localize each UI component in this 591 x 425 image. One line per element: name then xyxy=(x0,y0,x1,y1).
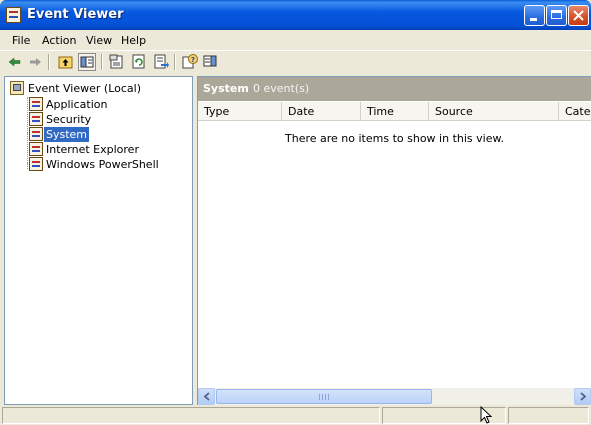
show-hide-action-pane-icon xyxy=(203,55,217,67)
show-hide-tree-icon xyxy=(80,56,94,68)
event-log-icon xyxy=(29,157,43,171)
back-arrow-icon xyxy=(8,57,21,67)
tree-item-label: Application xyxy=(46,98,108,111)
status-panel xyxy=(508,407,589,424)
tree-item-label: Internet Explorer xyxy=(46,143,139,156)
status-bar xyxy=(0,405,591,425)
menu-view[interactable]: View xyxy=(86,34,112,47)
forward-arrow-icon xyxy=(30,58,41,66)
horizontal-scrollbar[interactable] xyxy=(198,388,591,405)
forward-button[interactable] xyxy=(26,53,44,71)
column-header-source[interactable]: Source xyxy=(429,102,559,120)
close-button[interactable] xyxy=(568,5,589,26)
event-log-icon xyxy=(29,142,43,156)
console-tree-pane[interactable]: Event Viewer (Local) Application Securit… xyxy=(4,76,193,405)
event-log-icon xyxy=(29,97,43,111)
tree-item-label: System xyxy=(44,127,90,142)
computer-management-icon xyxy=(10,81,24,95)
back-button[interactable] xyxy=(6,53,24,71)
menu-help[interactable]: Help xyxy=(121,34,146,47)
column-header-category[interactable]: Categ xyxy=(559,102,591,120)
refresh-button[interactable] xyxy=(130,53,148,71)
event-count: 0 event(s) xyxy=(253,82,310,95)
scroll-left-button[interactable] xyxy=(198,388,215,405)
column-header-type[interactable]: Type xyxy=(198,102,282,120)
event-log-icon xyxy=(29,112,43,126)
up-one-level-button[interactable] xyxy=(57,53,75,71)
help-button[interactable]: ? xyxy=(181,53,199,71)
list-title: System xyxy=(203,82,249,95)
menu-action[interactable]: Action xyxy=(42,34,76,47)
export-list-button[interactable] xyxy=(152,53,170,71)
export-list-icon xyxy=(154,54,169,69)
tree-item-label: Security xyxy=(46,113,92,126)
column-headers: Type Date Time Source Categ xyxy=(198,102,591,121)
tree-item-label: Event Viewer (Local) xyxy=(28,82,141,95)
menu-bar: File Action View Help xyxy=(0,30,591,50)
up-one-level-icon xyxy=(58,56,73,69)
help-icon: ? xyxy=(182,54,198,69)
refresh-icon xyxy=(132,54,145,69)
arrow-right-icon xyxy=(580,392,587,401)
toolbar-separator xyxy=(48,54,50,70)
menu-file[interactable]: File xyxy=(12,34,30,47)
event-viewer-app-icon[interactable] xyxy=(6,7,21,23)
status-panel xyxy=(2,407,380,424)
column-header-time[interactable]: Time xyxy=(361,102,429,120)
scrollbar-grip xyxy=(319,394,329,400)
title-bar[interactable]: Event Viewer xyxy=(0,0,591,30)
toolbar-separator xyxy=(101,54,103,70)
minimize-button[interactable] xyxy=(524,5,545,26)
close-icon xyxy=(573,10,584,21)
event-log-icon xyxy=(29,127,43,141)
toolbar: ? xyxy=(0,50,591,73)
properties-button[interactable] xyxy=(108,53,126,71)
scroll-right-button[interactable] xyxy=(574,388,591,405)
svg-text:?: ? xyxy=(191,56,195,64)
toolbar-separator xyxy=(174,54,176,70)
properties-icon xyxy=(109,54,123,69)
mouse-cursor-icon xyxy=(480,406,493,424)
maximize-button[interactable] xyxy=(546,5,567,26)
tree-item-label: Windows PowerShell xyxy=(46,158,159,171)
show-hide-tree-button[interactable] xyxy=(78,53,96,71)
list-title-bar: System 0 event(s) xyxy=(198,77,591,101)
arrow-left-icon xyxy=(203,392,210,401)
scrollbar-thumb[interactable] xyxy=(216,389,432,404)
event-list-pane[interactable]: System 0 event(s) Type Date Time Source … xyxy=(197,76,591,405)
empty-list-message: There are no items to show in this view. xyxy=(285,132,504,145)
show-hide-action-pane-button[interactable] xyxy=(202,53,220,71)
window-title: Event Viewer xyxy=(27,7,124,22)
column-header-date[interactable]: Date xyxy=(282,102,361,120)
